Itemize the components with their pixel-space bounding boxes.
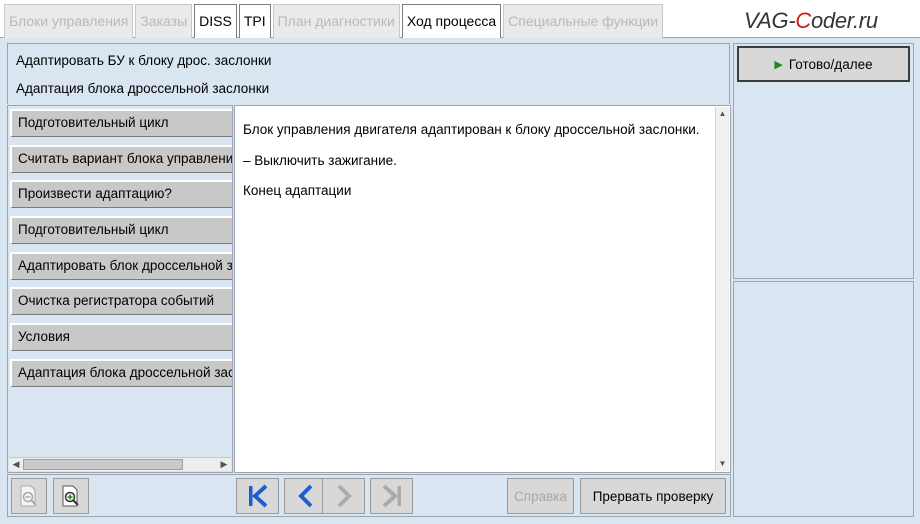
tab-special-functions[interactable]: Специальные функции — [503, 4, 664, 38]
right-panel-top: ▶ Готово/далее — [733, 43, 914, 279]
next-step-button[interactable] — [322, 478, 365, 514]
tab-orders[interactable]: Заказы — [135, 4, 193, 38]
message-line: Конец адаптации — [243, 183, 352, 198]
bottom-toolbar: Справка Прервать проверку — [7, 474, 731, 517]
message-line: – Выключить зажигание. — [243, 153, 397, 168]
tab-diss[interactable]: DISS — [194, 4, 237, 38]
step-item[interactable]: Подготовительный цикл — [10, 216, 232, 244]
zoom-in-button[interactable] — [53, 478, 89, 514]
right-panel-bottom — [733, 281, 914, 517]
done-next-label: Готово/далее — [788, 56, 873, 72]
message-panel: Блок управления двигателя адаптирован к … — [234, 105, 731, 473]
skip-to-start-icon — [248, 484, 267, 508]
watermark-part3: oder.ru — [810, 8, 878, 33]
step-item[interactable]: Условия — [10, 323, 232, 351]
steps-horizontal-scrollbar[interactable]: ◀ ▶ — [9, 457, 231, 471]
step-item[interactable]: Подготовительный цикл — [10, 109, 232, 137]
scroll-up-icon[interactable]: ▲ — [716, 107, 729, 121]
watermark-part2: C — [795, 8, 811, 33]
steps-list: Подготовительный цикл Считать вариант бл… — [7, 105, 233, 473]
abort-test-button[interactable]: Прервать проверку — [580, 478, 726, 514]
tab-bar: Блоки управления Заказы DISS TPI План ди… — [0, 0, 920, 38]
zoom-out-button[interactable] — [11, 478, 47, 514]
step-item[interactable]: Адаптация блока дроссельной заслонки — [10, 359, 232, 387]
scroll-right-icon[interactable]: ▶ — [217, 458, 231, 471]
scroll-thumb[interactable] — [23, 459, 183, 470]
step-item[interactable]: Очистка регистратора событий — [10, 287, 232, 315]
watermark-part1: VAG- — [744, 8, 796, 33]
scroll-down-icon[interactable]: ▼ — [716, 457, 729, 471]
zoom-out-icon — [20, 485, 37, 507]
previous-step-button[interactable] — [284, 478, 327, 514]
tab-control-units[interactable]: Блоки управления — [4, 4, 134, 38]
skip-to-end-icon — [382, 484, 401, 508]
zoom-in-icon — [62, 485, 79, 507]
tab-diagnostic-plan[interactable]: План диагностики — [272, 4, 400, 38]
step-item[interactable]: Произвести адаптацию? — [10, 180, 232, 208]
step-item[interactable]: Считать вариант блока управления — [10, 145, 232, 173]
tab-process[interactable]: Ход процесса — [401, 4, 502, 38]
last-step-button[interactable] — [370, 478, 413, 514]
tabs: Блоки управления Заказы DISS TPI План ди… — [4, 4, 665, 38]
first-step-button[interactable] — [236, 478, 279, 514]
procedure-title: Адаптировать БУ к блоку дрос. заслонки — [16, 53, 272, 68]
chevron-right-icon — [337, 484, 352, 508]
message-vertical-scrollbar[interactable]: ▲ ▼ — [715, 107, 729, 471]
message-line: Блок управления двигателя адаптирован к … — [243, 122, 700, 137]
procedure-header: Адаптировать БУ к блоку дрос. заслонки А… — [7, 43, 730, 104]
help-button[interactable]: Справка — [507, 478, 574, 514]
chevron-left-icon — [297, 484, 312, 508]
play-icon: ▶ — [774, 58, 783, 71]
procedure-subtitle: Адаптация блока дроссельной заслонки — [16, 81, 270, 96]
watermark-logo: VAG-Coder.ru — [744, 8, 878, 34]
done-next-button[interactable]: ▶ Готово/далее — [737, 46, 910, 82]
scroll-left-icon[interactable]: ◀ — [9, 458, 23, 471]
step-item[interactable]: Адаптировать блок дроссельной заслонки — [10, 252, 232, 280]
tab-tpi[interactable]: TPI — [238, 4, 271, 38]
